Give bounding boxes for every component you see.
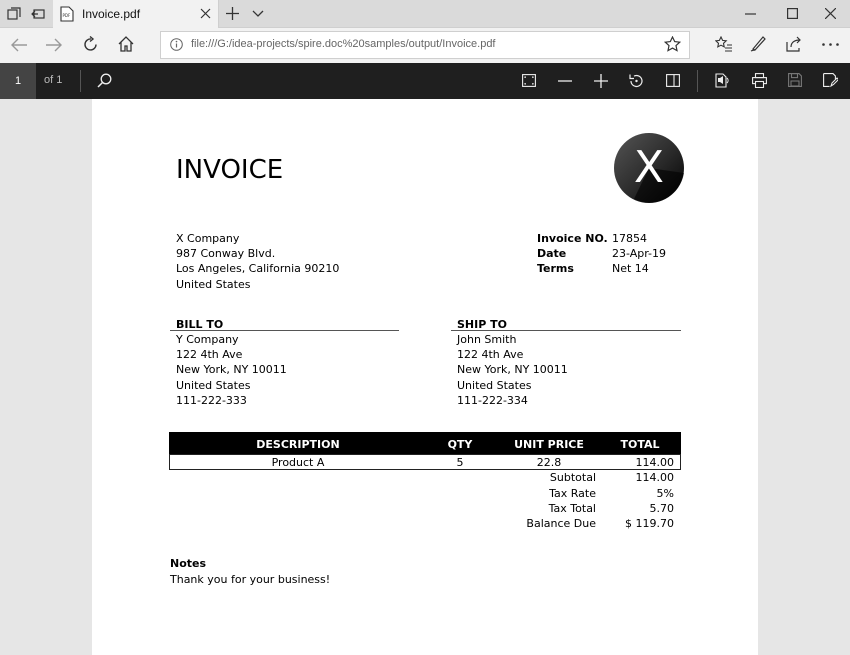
more-options-icon[interactable]	[822, 43, 839, 46]
terms-value: Net 14	[612, 262, 649, 275]
balance-due-label: Balance Due	[526, 517, 596, 530]
terms-label: Terms	[537, 262, 574, 275]
date-label: Date	[537, 247, 567, 260]
save-icon[interactable]	[788, 73, 802, 87]
from-country: United States	[176, 278, 251, 291]
column-header-qty: QTY	[447, 438, 473, 451]
bill-to-line: New York, NY 10011	[176, 363, 287, 376]
toolbar-divider	[697, 70, 698, 92]
pen-notes-icon[interactable]	[750, 35, 767, 52]
page-count: of 1	[44, 74, 63, 86]
ship-to-line: New York, NY 10011	[457, 363, 568, 376]
ship-to-line: John Smith	[457, 333, 517, 346]
info-icon[interactable]	[170, 38, 183, 51]
home-icon[interactable]	[118, 36, 134, 52]
subtotal-label: Subtotal	[549, 471, 596, 484]
ship-to-line: United States	[457, 379, 532, 392]
svg-text:PDF: PDF	[63, 13, 71, 18]
from-city: Los Angeles, California 90210	[176, 262, 340, 275]
tax-rate-label: Tax Rate	[549, 487, 596, 500]
zoom-in-icon[interactable]	[594, 74, 608, 88]
read-aloud-icon[interactable]	[715, 73, 730, 88]
page-number-input[interactable]: 1	[0, 63, 36, 99]
column-header-total: TOTAL	[620, 438, 660, 451]
bill-to-line: 122 4th Ave	[176, 348, 243, 361]
url-text: file:///G:/idea-projects/spire.doc%20sam…	[191, 38, 496, 50]
new-tab-icon[interactable]	[226, 7, 239, 20]
set-aside-tabs-icon[interactable]	[31, 7, 45, 21]
bill-to-line: 111-222-333	[176, 394, 247, 407]
favorite-star-icon[interactable]	[664, 36, 681, 52]
invoice-no-label: Invoice NO.	[537, 232, 608, 245]
cell-unit-price: 22.8	[536, 456, 562, 469]
notes-text: Thank you for your business!	[170, 573, 331, 586]
favorites-hub-icon[interactable]	[715, 36, 732, 52]
close-window-icon[interactable]	[825, 8, 836, 19]
column-header-description: DESCRIPTION	[256, 438, 340, 451]
tab-overview-icon[interactable]	[7, 7, 21, 21]
ship-to-line: 111-222-334	[457, 394, 528, 407]
tax-total-label: Tax Total	[548, 502, 596, 515]
logo-letter: X	[633, 142, 665, 193]
notes-heading: Notes	[170, 557, 207, 570]
subtotal-value: 114.00	[635, 471, 675, 484]
tax-total-value: 5.70	[649, 502, 675, 515]
bill-to-line: United States	[176, 379, 251, 392]
rotate-icon[interactable]	[629, 73, 644, 89]
refresh-icon[interactable]	[82, 36, 99, 53]
zoom-out-icon[interactable]	[558, 80, 572, 82]
search-icon[interactable]	[97, 73, 112, 88]
share-icon[interactable]	[785, 36, 803, 52]
invoice-title: INVOICE	[176, 155, 284, 185]
minimize-icon[interactable]	[745, 13, 756, 15]
save-as-icon[interactable]	[823, 73, 838, 88]
toolbar-divider	[80, 70, 81, 92]
forward-icon[interactable]	[45, 38, 63, 52]
bill-to-rule	[170, 330, 399, 331]
chevron-down-icon[interactable]	[252, 10, 264, 18]
fit-page-icon[interactable]	[522, 74, 536, 87]
page-layout-icon[interactable]	[666, 74, 680, 87]
cell-description: Product A	[271, 456, 325, 469]
column-header-unit-price: UNIT PRICE	[514, 438, 584, 451]
bill-to-line: Y Company	[176, 333, 239, 346]
cell-total: 114.00	[635, 456, 675, 469]
invoice-no-value: 17854	[612, 232, 647, 245]
ship-to-line: 122 4th Ave	[457, 348, 524, 361]
balance-due-value: $ 119.70	[625, 517, 674, 530]
maximize-icon[interactable]	[787, 8, 798, 19]
ship-to-rule	[451, 330, 681, 331]
cell-qty: 5	[456, 456, 464, 469]
from-company: X Company	[176, 232, 240, 245]
pdf-file-icon: PDF	[60, 6, 74, 22]
print-icon[interactable]	[752, 73, 767, 88]
tax-rate-value: 5%	[656, 487, 674, 500]
date-value: 23-Apr-19	[612, 247, 667, 260]
back-icon[interactable]	[10, 38, 28, 52]
from-street: 987 Conway Blvd.	[176, 247, 276, 260]
tab-title: Invoice.pdf	[82, 7, 141, 21]
close-tab-icon[interactable]	[200, 8, 211, 19]
